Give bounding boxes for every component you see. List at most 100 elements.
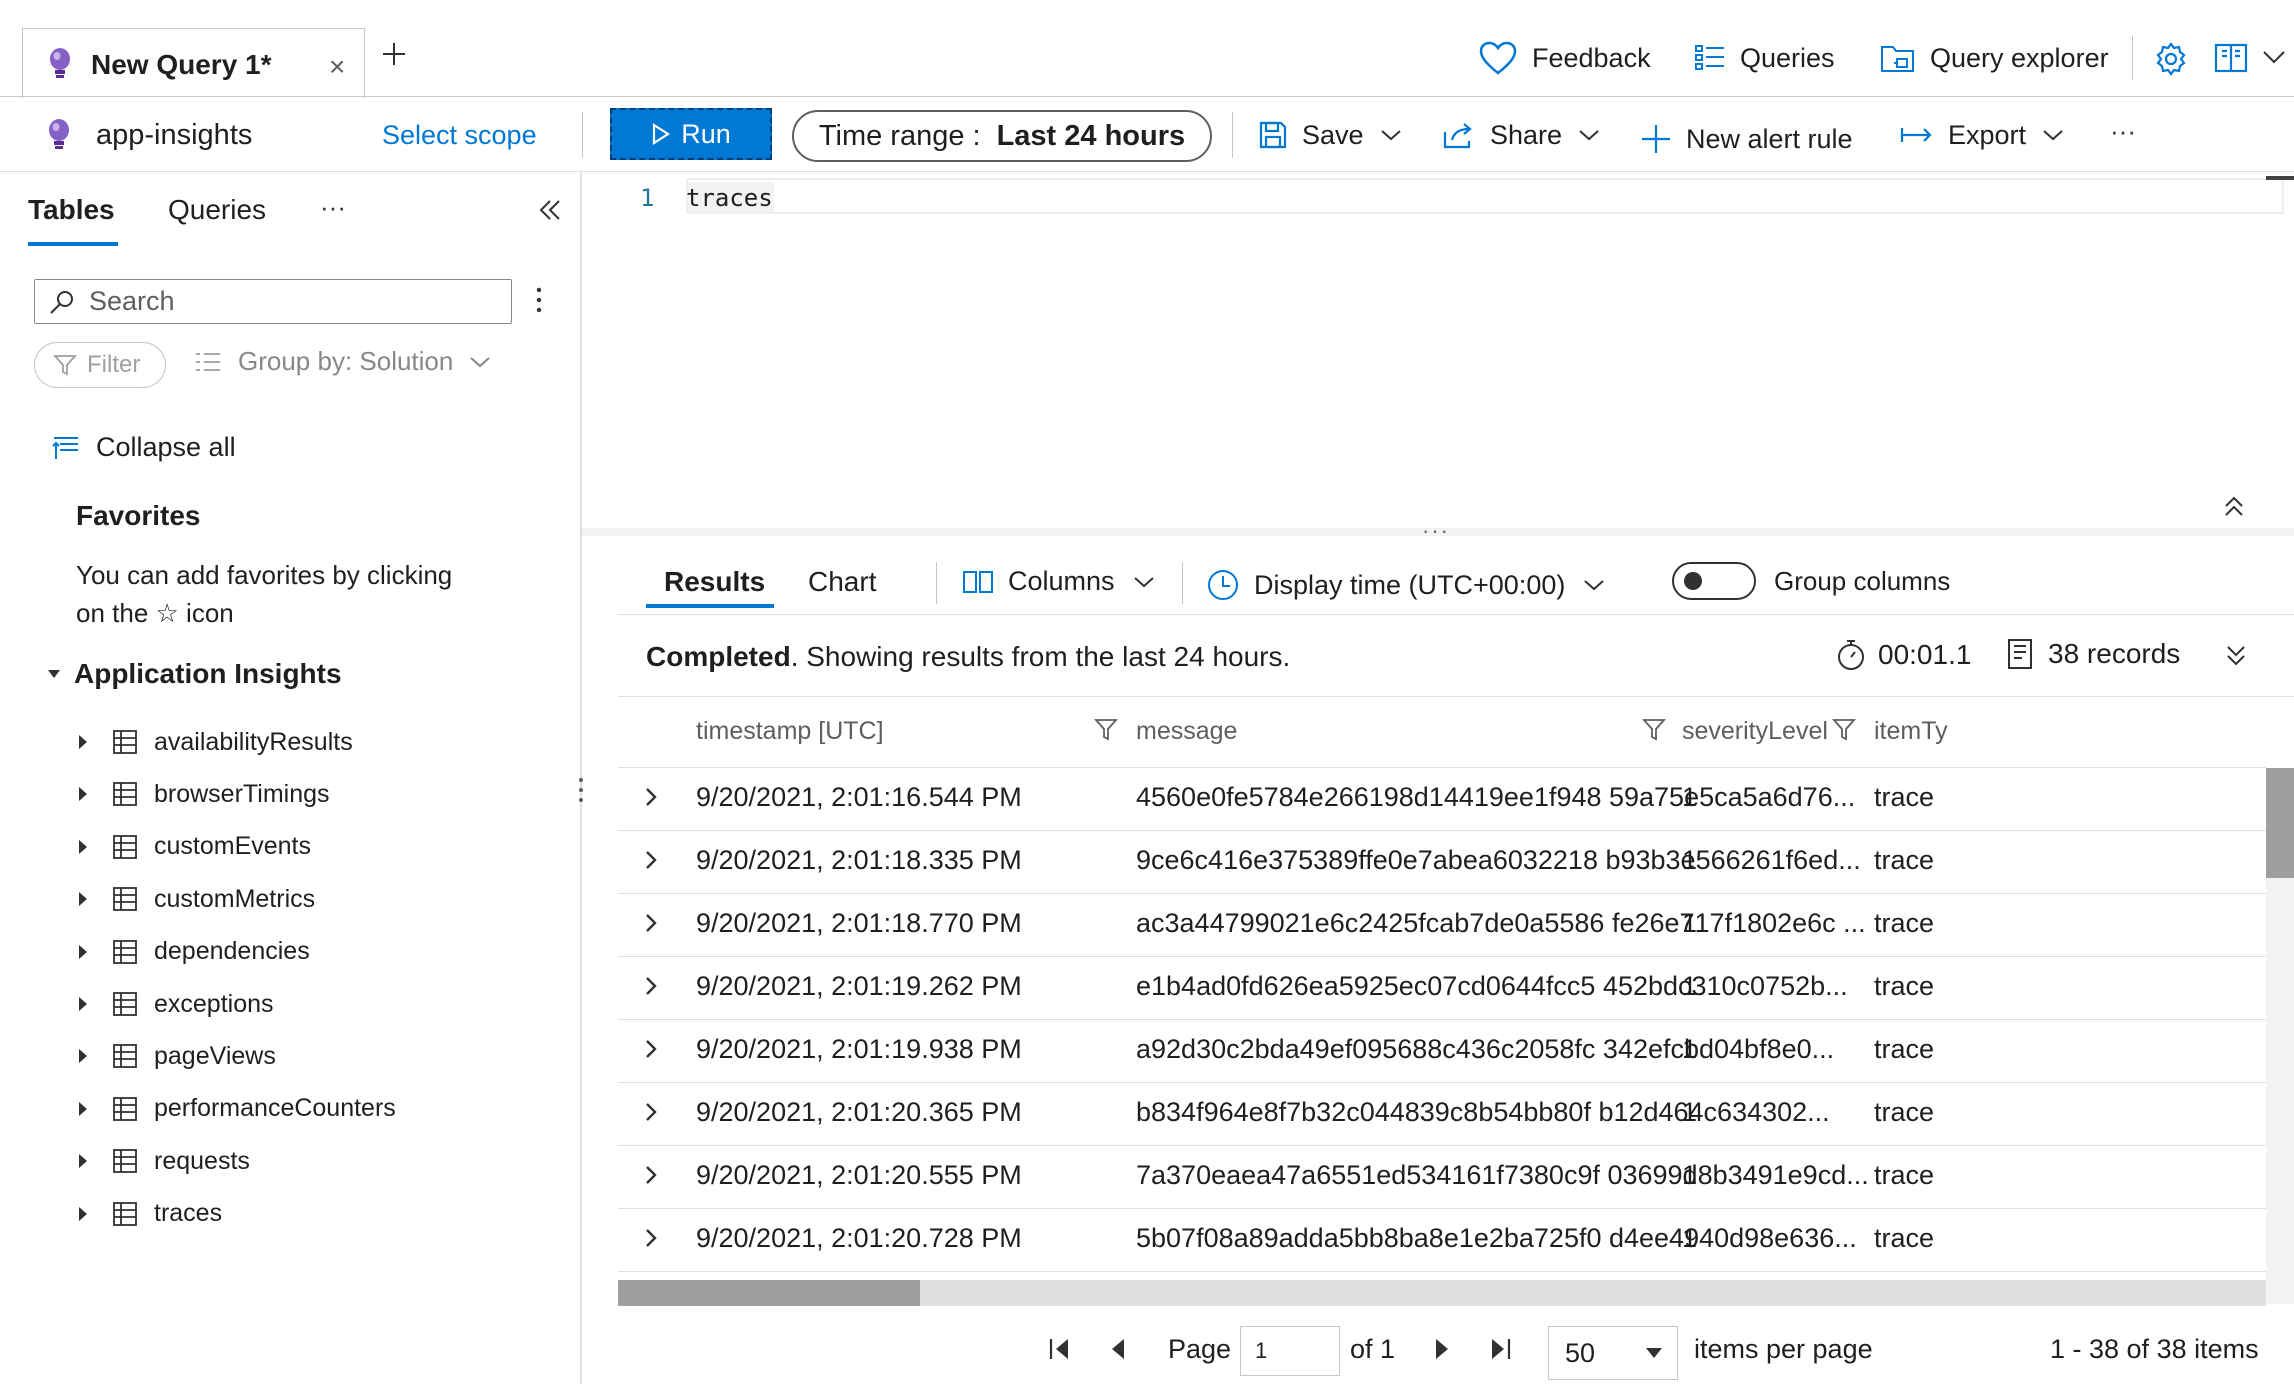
splitter-grip-icon[interactable] <box>578 776 584 804</box>
query-tab[interactable]: New Query 1* × <box>22 28 365 98</box>
editor-scrollbar[interactable] <box>2266 176 2294 180</box>
vertical-scroll-thumb[interactable] <box>2266 768 2294 878</box>
table-row[interactable]: 9/20/2021, 2:01:19.938 PM a92d30c2bda49ef… <box>618 1020 2266 1083</box>
chevron-down-icon[interactable] <box>2262 50 2286 64</box>
table-row[interactable]: 9/20/2021, 2:01:20.365 PM b834f964e8f7b32… <box>618 1083 2266 1146</box>
items-per-page-select[interactable]: 50 <box>1548 1326 1678 1380</box>
caret-right-icon[interactable] <box>78 1101 88 1117</box>
table-row[interactable]: 9/20/2021, 2:01:20.555 PM 7a370eaea47a655… <box>618 1146 2266 1209</box>
run-button[interactable]: Run <box>610 108 772 160</box>
table-item[interactable]: exceptions <box>78 984 274 1024</box>
table-grid-icon <box>113 887 137 912</box>
caret-right-icon[interactable] <box>78 1206 88 1222</box>
table-item[interactable]: customEvents <box>78 827 311 867</box>
table-search-box[interactable] <box>34 279 512 324</box>
search-input[interactable] <box>89 286 469 317</box>
table-item[interactable]: performanceCounters <box>78 1089 396 1129</box>
filter-button[interactable]: Filter <box>34 342 166 388</box>
expand-row-icon[interactable] <box>644 1038 658 1060</box>
favorites-hint-line-2: on the ☆ icon <box>76 598 234 628</box>
table-item[interactable]: browserTimings <box>78 774 330 814</box>
cell-severity: 1 <box>1682 1223 1698 1253</box>
save-button[interactable]: Save <box>1258 112 1402 158</box>
expand-row-icon[interactable] <box>644 786 658 808</box>
table-row[interactable]: 9/20/2021, 2:01:19.262 PM e1b4ad0fd626ea5… <box>618 957 2266 1020</box>
caret-right-icon[interactable] <box>78 996 88 1012</box>
message-filter-icon[interactable] <box>1642 717 1666 743</box>
feedback-label: Feedback <box>1532 42 1651 73</box>
tab-tables[interactable]: Tables <box>28 194 115 226</box>
table-item[interactable]: traces <box>78 1194 222 1234</box>
timestamp-filter-icon[interactable] <box>1094 717 1118 743</box>
caret-right-icon[interactable] <box>78 1153 88 1169</box>
expand-row-icon[interactable] <box>644 975 658 997</box>
column-header-itemtype[interactable]: itemTy <box>1874 717 1948 746</box>
export-button[interactable]: Export <box>1900 112 2064 158</box>
time-range-picker[interactable]: Time range : Last 24 hours <box>792 110 1212 162</box>
list-icon <box>1695 45 1724 70</box>
display-time-dropdown[interactable]: Display time (UTC+00:00) <box>1206 568 1605 602</box>
expand-row-icon[interactable] <box>644 912 658 934</box>
table-row[interactable]: 9/20/2021, 2:01:18.770 PM ac3a44799021e6c… <box>618 894 2266 957</box>
column-header-timestamp[interactable]: timestamp [UTC] <box>696 717 884 746</box>
column-header-message[interactable]: message <box>1136 717 1237 746</box>
table-row[interactable]: 9/20/2021, 2:01:18.335 PM 9ce6c416e375389… <box>618 831 2266 894</box>
caret-right-icon[interactable] <box>78 786 88 802</box>
book-icon[interactable] <box>2214 42 2248 74</box>
table-grid-icon <box>113 1044 137 1069</box>
application-insights-group[interactable]: Application Insights <box>46 658 342 690</box>
query-explorer-button[interactable]: Query explorer <box>1880 38 2109 78</box>
feedback-button[interactable]: Feedback <box>1478 38 1651 78</box>
caret-right-icon[interactable] <box>78 891 88 907</box>
previous-page-icon[interactable] <box>1108 1336 1128 1362</box>
expand-row-icon[interactable] <box>644 1101 658 1123</box>
tab-results[interactable]: Results <box>664 566 765 598</box>
tab-queries[interactable]: Queries <box>168 194 266 226</box>
expand-row-icon[interactable] <box>644 1227 658 1249</box>
collapse-all-button[interactable]: Collapse all <box>52 432 236 463</box>
table-row[interactable]: 9/20/2021, 2:01:20.728 PM 5b07f08a89adda5… <box>618 1209 2266 1272</box>
table-item[interactable]: pageViews <box>78 1036 276 1076</box>
table-item[interactable]: customMetrics <box>78 879 315 919</box>
expand-row-icon[interactable] <box>644 1164 658 1186</box>
caret-right-icon[interactable] <box>78 944 88 960</box>
add-tab-icon[interactable] <box>380 40 408 68</box>
group-by-dropdown[interactable]: Group by: Solution <box>194 346 491 377</box>
table-row[interactable]: 9/20/2021, 2:01:16.544 PM 4560e0fe5784e26… <box>618 768 2266 831</box>
table-item[interactable]: dependencies <box>78 932 310 972</box>
caret-right-icon[interactable] <box>78 1048 88 1064</box>
expand-row-icon[interactable] <box>644 849 658 871</box>
left-panel-more-button[interactable]: ··· <box>320 192 346 223</box>
settings-gear-icon[interactable] <box>2154 42 2188 76</box>
group-columns-toggle[interactable] <box>1672 562 1756 600</box>
column-header-severity[interactable]: severityLevel <box>1682 717 1828 746</box>
tab-chart[interactable]: Chart <box>808 566 876 598</box>
splitter-handle[interactable]: ··· <box>1422 518 1450 544</box>
table-name: traces <box>154 1199 223 1228</box>
severity-filter-icon[interactable] <box>1832 717 1856 743</box>
first-page-icon[interactable] <box>1048 1336 1072 1362</box>
columns-button[interactable]: Columns <box>962 566 1155 597</box>
expand-results-icon[interactable] <box>2224 644 2248 668</box>
last-page-icon[interactable] <box>1488 1336 1512 1362</box>
caret-right-icon[interactable] <box>78 839 88 855</box>
new-alert-rule-button[interactable]: New alert rule <box>1640 116 1853 162</box>
select-scope-link[interactable]: Select scope <box>382 120 537 151</box>
query-editor[interactable]: traces <box>686 184 773 212</box>
share-button[interactable]: Share <box>1442 112 1600 158</box>
close-tab-icon[interactable]: × <box>329 51 345 83</box>
horizontal-scroll-thumb[interactable] <box>618 1280 920 1306</box>
page-number-input[interactable] <box>1240 1326 1340 1376</box>
app-insights-scope-icon <box>46 118 72 150</box>
caret-right-icon[interactable] <box>78 734 88 750</box>
search-options-icon[interactable] <box>536 286 542 314</box>
collapse-panel-icon[interactable] <box>538 198 562 222</box>
collapse-editor-icon[interactable] <box>2222 494 2246 518</box>
queries-button[interactable]: Queries <box>1694 38 1835 78</box>
next-page-icon[interactable] <box>1432 1336 1452 1362</box>
table-grid-icon <box>113 834 137 859</box>
table-item[interactable]: availabilityResults <box>78 722 353 762</box>
more-commands-button[interactable]: ··· <box>2110 116 2136 147</box>
table-item[interactable]: requests <box>78 1141 250 1181</box>
app-insights-icon <box>47 47 73 79</box>
